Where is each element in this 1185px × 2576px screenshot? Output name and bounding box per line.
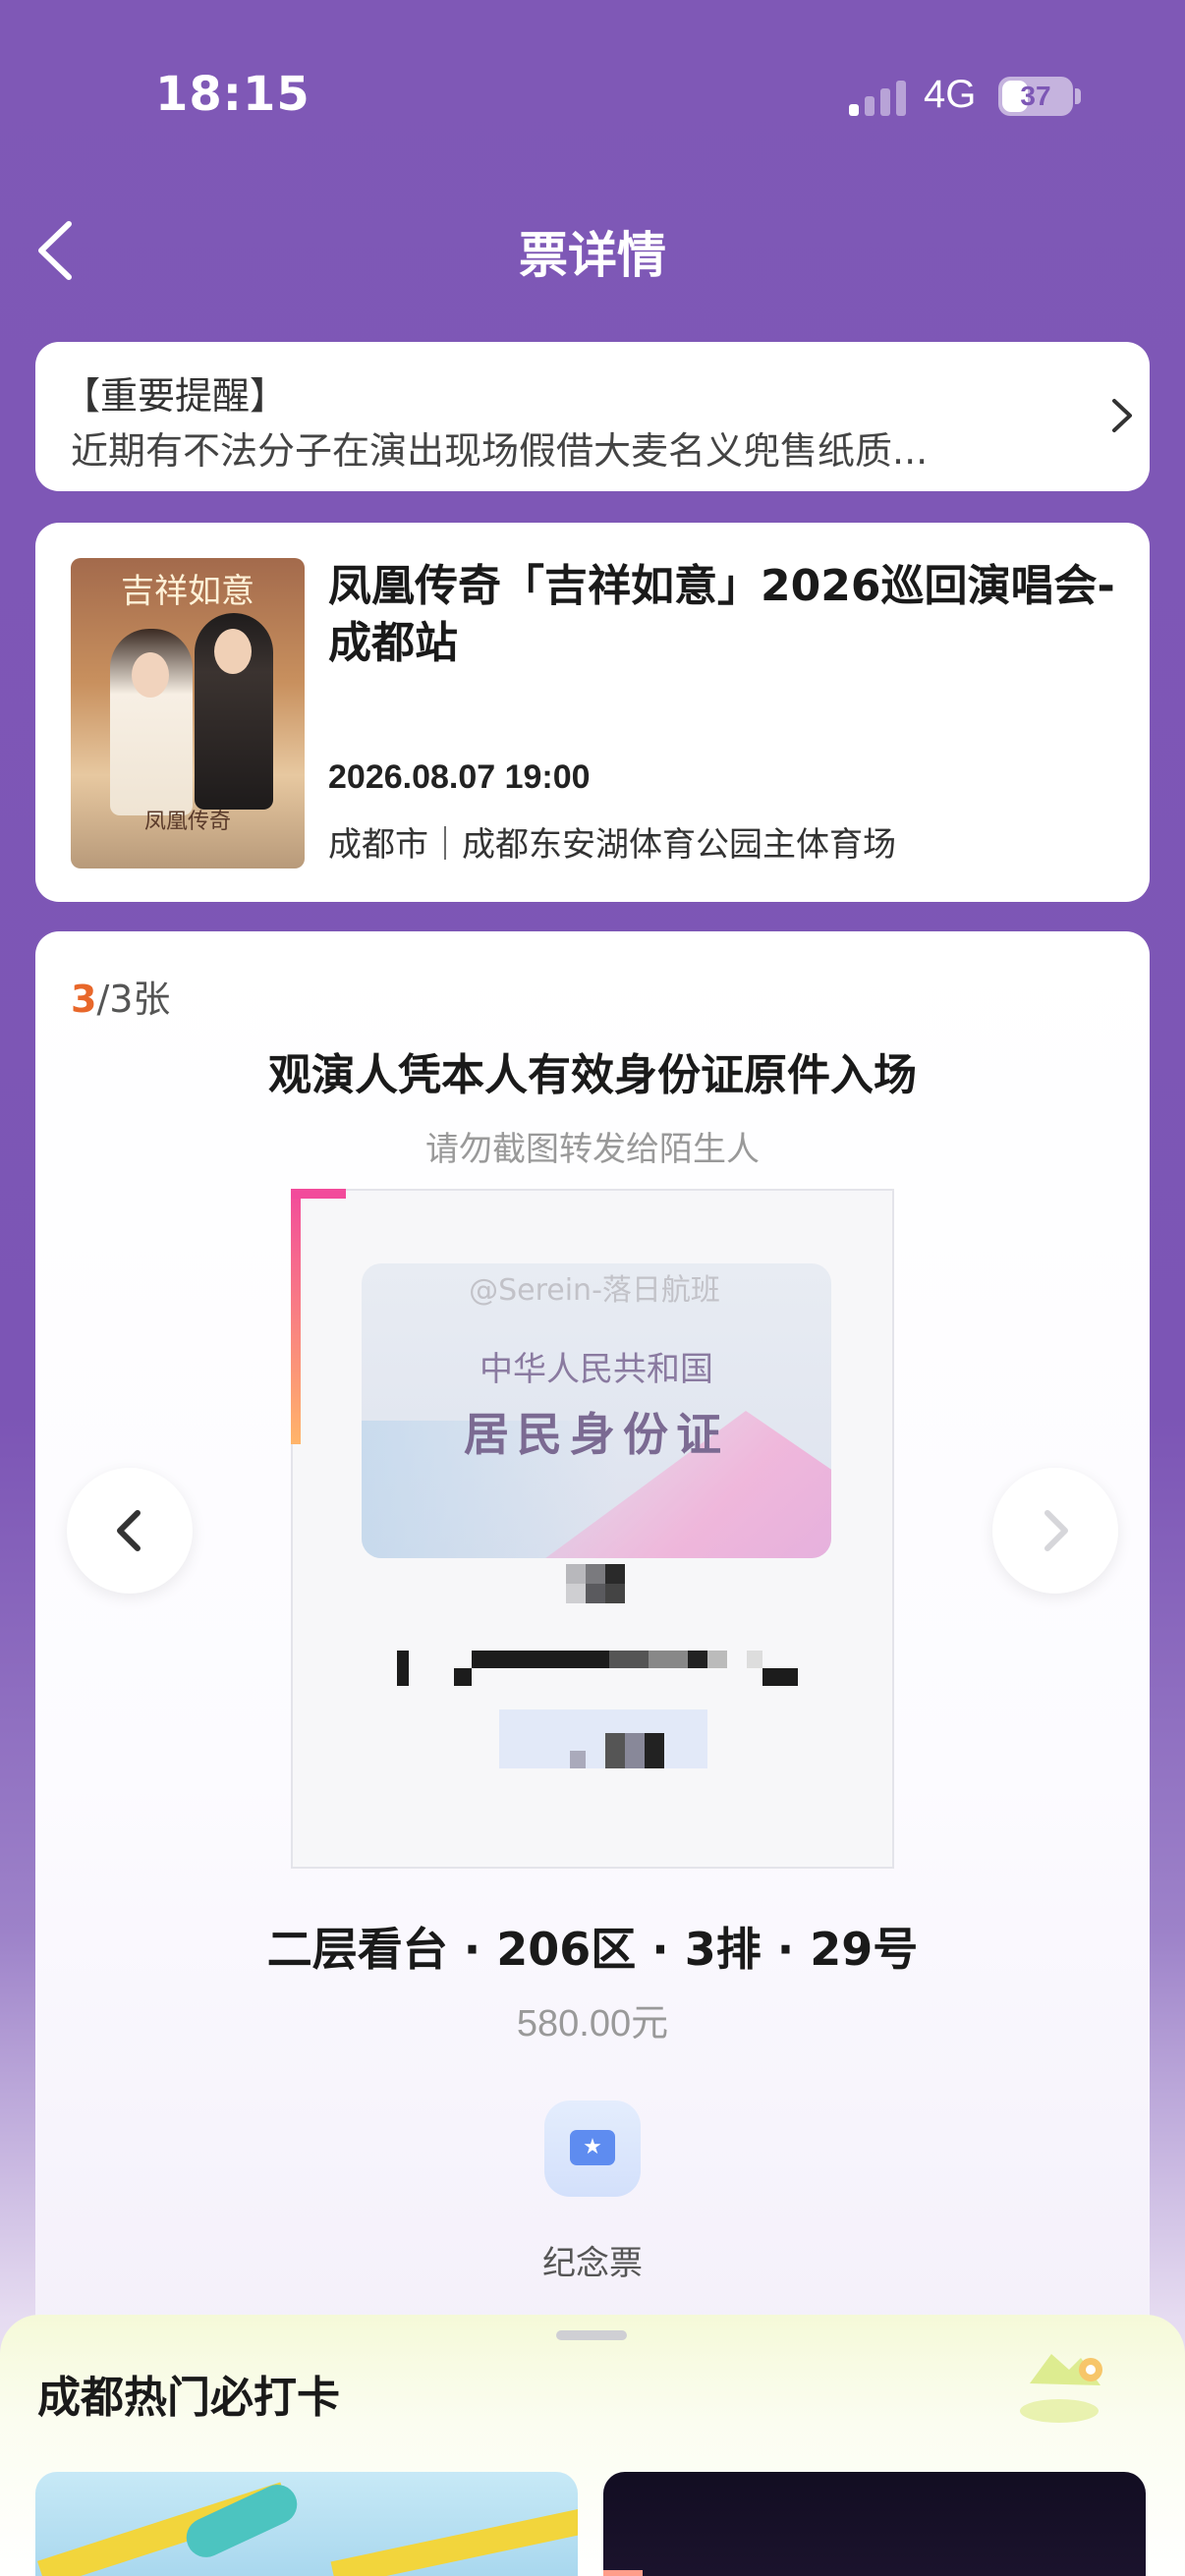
event-venue: 成都市｜成都东安湖体育公园主体育场: [328, 825, 896, 865]
battery-level: 37: [1020, 81, 1051, 111]
ticket-total: /3张: [96, 978, 171, 1021]
next-ticket-button[interactable]: [992, 1468, 1118, 1594]
poster-face: [214, 629, 252, 674]
poster-title: 吉祥如意: [121, 572, 254, 611]
attraction-card[interactable]: [603, 2472, 1146, 2576]
battery-tip: [1075, 88, 1081, 104]
status-time: 18:15: [155, 67, 310, 122]
status-bar: 18:15 4G 37: [0, 0, 1185, 196]
watermark: @Serein-落日航班: [469, 1273, 720, 1308]
important-notice[interactable]: 【重要提醒】 近期有不法分子在演出现场假借大麦名义兜售纸质...: [35, 342, 1150, 491]
card-accent-bar: [291, 1189, 301, 1444]
attraction-card[interactable]: [35, 2472, 578, 2576]
prev-ticket-button[interactable]: [67, 1468, 193, 1594]
card-accent-top: [291, 1189, 346, 1199]
event-poster: 吉祥如意 凤凰传奇: [71, 558, 305, 868]
star-icon: ★: [583, 2135, 602, 2159]
network-type: 4G: [924, 73, 977, 116]
chevron-right-icon: [1112, 399, 1132, 432]
id-card-type: 居民身份证: [464, 1408, 729, 1461]
poster-subtitle: 凤凰传奇: [143, 810, 231, 834]
battery-icon: 37: [998, 77, 1073, 116]
ticket-current: 3: [71, 978, 97, 1021]
bottom-sheet[interactable]: 成都热门必打卡: [0, 2315, 1185, 2576]
seat-info: 二层看台 · 206区 · 3排 · 29号: [266, 1923, 919, 1976]
entry-note: 观演人凭本人有效身份证原件入场: [268, 1050, 917, 1100]
event-name: 凤凰传奇「吉祥如意」2026巡回演唱会-成都站: [328, 561, 1115, 668]
ticket-count: 3/3张: [71, 969, 170, 1023]
event-card[interactable]: 吉祥如意 凤凰传奇 凤凰传奇「吉祥如意」2026巡回演唱会-成都站 2026.0…: [35, 523, 1150, 902]
sheet-title: 成都热门必打卡: [37, 2373, 340, 2423]
ticket-card: 3/3张 观演人凭本人有效身份证原件入场 请勿截图转发给陌生人 中华人民共和国 …: [35, 931, 1150, 2346]
drag-handle[interactable]: [556, 2330, 627, 2340]
chevron-right-icon: [1044, 1510, 1068, 1551]
notice-text: 近期有不法分子在演出现场假借大麦名义兜售纸质...: [71, 429, 929, 473]
ticket-price: 580.00元: [516, 2003, 669, 2044]
souvenir-ticket-button[interactable]: ★: [544, 2100, 641, 2197]
id-card-country: 中华人民共和国: [480, 1350, 713, 1389]
screenshot-warning: 请勿截图转发给陌生人: [425, 1130, 760, 1169]
notice-title: 【重要提醒】: [63, 374, 288, 418]
signal-icon: [849, 81, 908, 116]
id-card-panel: 中华人民共和国 居民身份证 @Serein-落日航班: [291, 1189, 894, 1869]
page-title: 票详情: [519, 227, 666, 284]
poster-face: [132, 652, 169, 698]
map-pin-icon: [1020, 2354, 1102, 2423]
chevron-left-icon: [117, 1510, 141, 1551]
souvenir-label[interactable]: 纪念票: [35, 2236, 1150, 2284]
nav-bar: 票详情: [0, 196, 1185, 305]
event-datetime: 2026.08.07 19:00: [328, 758, 591, 796]
